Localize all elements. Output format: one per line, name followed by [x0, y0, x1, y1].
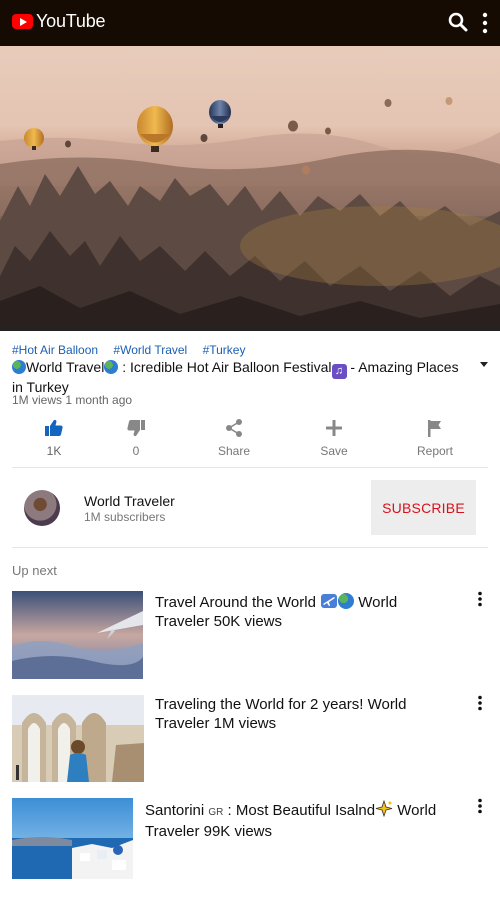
divider: [12, 547, 488, 548]
save-button[interactable]: Save: [304, 418, 364, 458]
video-thumbnail[interactable]: [12, 798, 133, 879]
subscribe-button[interactable]: SUBSCRIBE: [371, 480, 476, 535]
up-next-title[interactable]: Santorini GR : Most Beautiful Isalnd Wor…: [145, 800, 470, 841]
sparkles-emoji-icon: [376, 800, 393, 817]
up-next-item[interactable]: Travel Around the World World Traveler 5…: [12, 591, 488, 679]
more-vert-icon[interactable]: [476, 695, 484, 711]
plus-icon: [326, 420, 342, 436]
video-thumbnail[interactable]: [12, 695, 144, 782]
more-vert-icon[interactable]: [476, 591, 484, 607]
expand-description-icon[interactable]: [480, 362, 488, 367]
hashtag-link[interactable]: #Turkey: [203, 343, 246, 357]
search-icon[interactable]: [448, 12, 468, 32]
report-button[interactable]: Report: [405, 418, 465, 458]
music-note-emoji-icon: ♫: [331, 364, 347, 379]
share-icon: [226, 419, 242, 437]
airplane-emoji-icon: [321, 594, 338, 608]
up-next-title[interactable]: Travel Around the World World Traveler 5…: [155, 593, 455, 631]
views-and-date: 1M views 1 month ago: [12, 393, 133, 407]
video-thumbnail[interactable]: [12, 591, 143, 679]
flag-icon: [428, 420, 441, 437]
globe-emoji-icon: [12, 360, 26, 374]
video-progress-track[interactable]: [0, 328, 500, 331]
dislike-button[interactable]: 0: [106, 418, 166, 458]
thumb-down-icon: [127, 420, 145, 437]
video-player[interactable]: [0, 46, 500, 330]
video-actions-bar: 1K 0 Share Save Report: [12, 414, 488, 468]
thumb-up-icon: [45, 419, 63, 436]
save-label: Save: [320, 444, 348, 458]
share-button[interactable]: Share: [204, 418, 264, 458]
video-title: World Travel : Icredible Hot Air Balloon…: [12, 359, 459, 395]
channel-name[interactable]: World Traveler: [84, 493, 175, 509]
globe-emoji-icon: [338, 593, 355, 609]
hashtag-list: #Hot Air Balloon #World Travel #Turkey: [12, 343, 257, 357]
hashtag-link[interactable]: #World Travel: [113, 343, 187, 357]
video-frame-image: [0, 97, 500, 330]
more-vert-icon[interactable]: [476, 798, 484, 814]
up-next-item[interactable]: Santorini GR : Most Beautiful Isalnd Wor…: [12, 798, 488, 880]
youtube-logo-icon[interactable]: [12, 14, 33, 29]
up-next-heading: Up next: [12, 563, 57, 578]
like-button[interactable]: 1K: [24, 418, 84, 458]
share-label: Share: [217, 444, 251, 458]
channel-avatar[interactable]: [24, 490, 60, 526]
like-count: 1K: [46, 444, 62, 458]
top-app-bar: YouTube: [0, 0, 500, 46]
up-next-title[interactable]: Traveling the World for 2 years! World T…: [155, 695, 445, 733]
up-next-item[interactable]: Traveling the World for 2 years! World T…: [12, 695, 488, 783]
brand-title[interactable]: YouTube: [36, 11, 106, 32]
flag-greece-label: GR: [208, 807, 224, 818]
report-label: Report: [416, 444, 454, 458]
globe-emoji-icon: [104, 360, 119, 374]
subscriber-count: 1M subscribers: [84, 510, 166, 524]
hashtag-link[interactable]: #Hot Air Balloon: [12, 343, 98, 357]
more-vert-icon[interactable]: [480, 12, 490, 34]
dislike-count: 0: [132, 444, 140, 458]
